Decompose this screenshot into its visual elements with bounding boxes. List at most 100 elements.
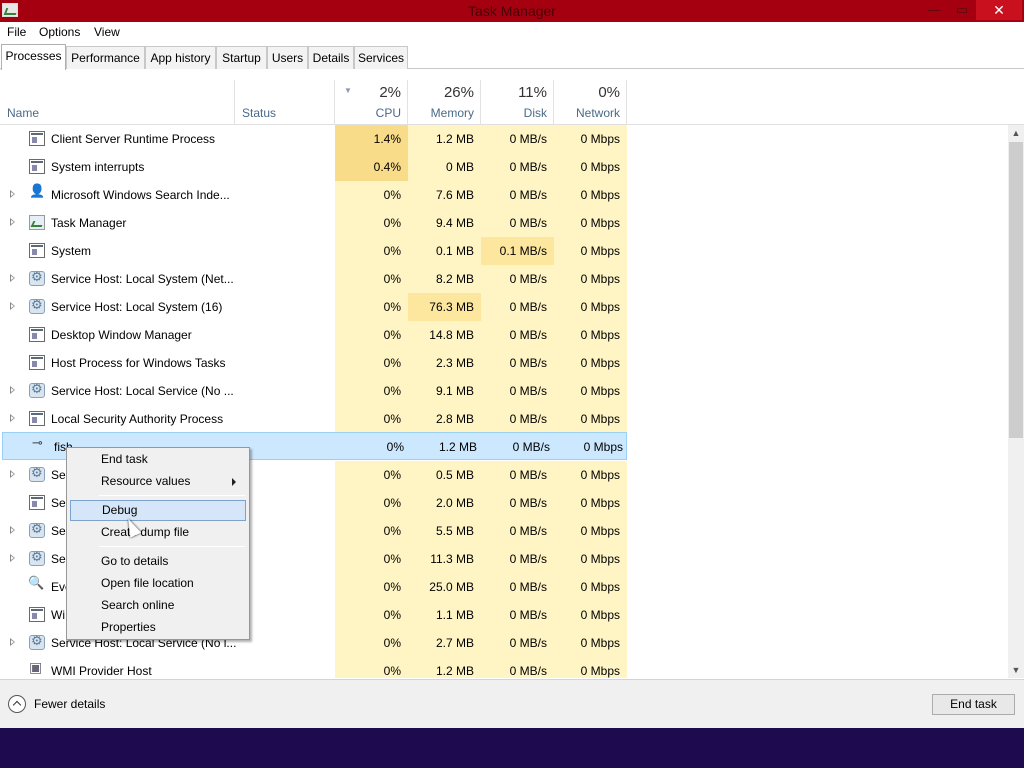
process-net-value: 0 Mbps xyxy=(554,461,627,489)
process-row[interactable]: Client Server Runtime Process 1.4% 1.2 MB 0… xyxy=(0,125,627,153)
process-disk-value: 0 MB/s xyxy=(481,349,554,377)
maximize-button[interactable]: ▭ xyxy=(948,0,976,20)
process-cpu-value: 1.4% xyxy=(335,125,408,153)
task-manager-icon xyxy=(29,215,45,230)
process-row[interactable]: Service Host: Local System (Net... 0%8.2 … xyxy=(0,265,627,293)
expand-chevron-icon[interactable] xyxy=(10,638,15,646)
context-menu: End task Resource values Debug Create du… xyxy=(66,447,250,640)
gear-icon xyxy=(29,634,45,650)
wmi-icon xyxy=(29,660,45,678)
menu-item-search-online[interactable]: Search online xyxy=(70,595,246,616)
process-cpu-value: 0% xyxy=(335,489,408,517)
expand-chevron-icon[interactable] xyxy=(10,526,15,534)
minimize-button[interactable]: — xyxy=(920,0,948,20)
scroll-thumb[interactable] xyxy=(1009,142,1023,438)
process-row[interactable]: Task Manager 0% 9.4 MB 0 MB/s 0 Mbps xyxy=(0,209,627,237)
menu-item-resource-values[interactable]: Resource values xyxy=(70,471,246,492)
expand-chevron-icon[interactable] xyxy=(10,218,15,226)
column-name[interactable]: Name xyxy=(0,80,235,125)
process-disk-value: 0 MB/s xyxy=(481,601,554,629)
process-name: System xyxy=(51,244,92,258)
scroll-down-icon[interactable]: ▼ xyxy=(1008,662,1024,678)
process-cpu-value: 0% xyxy=(335,601,408,629)
tab-processes[interactable]: Processes xyxy=(1,44,66,70)
process-row[interactable]: System 0% 0.1 MB 0.1 MB/s 0 Mbps xyxy=(0,237,627,265)
process-mem-value: 1.2 MB xyxy=(408,657,481,678)
column-memory[interactable]: 26% Memory xyxy=(408,80,481,125)
column-network[interactable]: 0% Network xyxy=(554,80,627,125)
window-title: Task Manager xyxy=(468,3,556,19)
menu-view[interactable]: View xyxy=(94,25,120,39)
menu-options[interactable]: Options xyxy=(39,25,80,39)
process-net-value: 0 Mbps xyxy=(583,440,623,454)
scroll-up-icon[interactable]: ▲ xyxy=(1008,125,1024,141)
menu-item-open-file-location[interactable]: Open file location xyxy=(70,573,246,594)
menu-item-create-dump-file[interactable]: Create dump file xyxy=(70,522,246,543)
process-disk-value: 0 MB/s xyxy=(481,545,554,573)
end-task-button[interactable]: End task xyxy=(932,694,1015,715)
close-button[interactable]: ✕ xyxy=(976,0,1022,20)
process-disk-value: 0 MB/s xyxy=(481,209,554,237)
expand-chevron-icon[interactable] xyxy=(10,470,15,478)
process-net-value: 0 Mbps xyxy=(554,489,627,517)
process-cpu-value: 0% xyxy=(335,377,408,405)
process-row[interactable]: Service Host: Local System (16) 0%76.3 MB… xyxy=(0,293,627,321)
process-row[interactable]: Desktop Window Manager 0% 14.8 MB 0 MB/s 0 M… xyxy=(0,321,627,349)
menu-separator xyxy=(99,495,245,496)
process-cpu-value: 0% xyxy=(335,629,408,657)
tab-startup[interactable]: Startup xyxy=(216,46,267,69)
expand-chevron-icon[interactable] xyxy=(10,274,15,282)
expand-chevron-icon[interactable] xyxy=(10,414,15,422)
column-status[interactable]: Status xyxy=(235,80,335,125)
chevron-up-circle-icon[interactable] xyxy=(8,695,26,713)
process-net-value: 0 Mbps xyxy=(554,153,627,181)
process-disk-value: 0 MB/s xyxy=(481,293,554,321)
process-cpu-value: 0% xyxy=(335,657,408,678)
expand-chevron-icon[interactable] xyxy=(10,302,15,310)
process-net-value: 0 Mbps xyxy=(554,517,627,545)
fewer-details-link[interactable]: Fewer details xyxy=(34,697,105,711)
column-status-label: Status xyxy=(242,106,277,120)
process-row[interactable]: Host Process for Windows Tasks 0% 2.3 MB 0 … xyxy=(0,349,627,377)
disk-total: 11% xyxy=(518,84,547,101)
tab-performance[interactable]: Performance xyxy=(66,46,145,69)
process-disk-value: 0 MB/s xyxy=(481,153,554,181)
tab-users[interactable]: Users xyxy=(267,46,308,69)
expand-chevron-icon[interactable] xyxy=(10,386,15,394)
process-row[interactable]: Local Security Authority Process 0% 2.8 MB… xyxy=(0,405,627,433)
process-net-value: 0 Mbps xyxy=(554,573,627,601)
process-mem-value: 9.1 MB xyxy=(408,377,481,405)
process-row[interactable]: WMI Provider Host 0%1.2 MB0 MB/s0 Mbps xyxy=(0,657,627,678)
tab-app-history[interactable]: App history xyxy=(145,46,216,69)
process-mem-value: 1.2 MB xyxy=(408,125,481,153)
tab-services[interactable]: Services xyxy=(354,46,408,69)
column-disk[interactable]: 11% Disk xyxy=(481,80,554,125)
tab-details[interactable]: Details xyxy=(308,46,354,69)
process-mem-value: 2.0 MB xyxy=(408,489,481,517)
process-mem-value: 11.3 MB xyxy=(408,545,481,573)
process-row[interactable]: System interrupts 0.4% 0 MB 0 MB/s 0 Mbps xyxy=(0,153,627,181)
menu-file[interactable]: File xyxy=(7,25,26,39)
menu-item-end-task[interactable]: End task xyxy=(70,449,246,470)
process-mem-value: 14.8 MB xyxy=(408,321,481,349)
process-net-value: 0 Mbps xyxy=(554,265,627,293)
process-disk-value: 0 MB/s xyxy=(481,181,554,209)
menu-item-go-to-details[interactable]: Go to details xyxy=(70,551,246,572)
process-disk-value: 0 MB/s xyxy=(481,461,554,489)
title-bar[interactable]: Task Manager — ▭ ✕ xyxy=(0,0,1024,22)
process-row[interactable]: Microsoft Windows Search Inde... 0%7.6 MB… xyxy=(0,181,627,209)
vertical-scrollbar[interactable]: ▲ ▼ xyxy=(1008,125,1024,678)
process-net-value: 0 Mbps xyxy=(554,545,627,573)
process-cpu-value: 0% xyxy=(335,573,408,601)
expand-chevron-icon[interactable] xyxy=(10,190,15,198)
process-disk-value: 0 MB/s xyxy=(481,377,554,405)
menu-item-debug[interactable]: Debug xyxy=(70,500,246,521)
column-disk-label: Disk xyxy=(523,106,547,120)
menu-item-properties[interactable]: Properties xyxy=(70,617,246,638)
column-cpu-label: CPU xyxy=(375,106,401,120)
process-row[interactable]: Service Host: Local Service (No ... 0%9.1… xyxy=(0,377,627,405)
expand-chevron-icon[interactable] xyxy=(10,554,15,562)
process-name: Service Host: Local Service (No ... xyxy=(51,384,234,398)
process-net-value: 0 Mbps xyxy=(554,349,627,377)
process-mem-value: 2.7 MB xyxy=(408,629,481,657)
